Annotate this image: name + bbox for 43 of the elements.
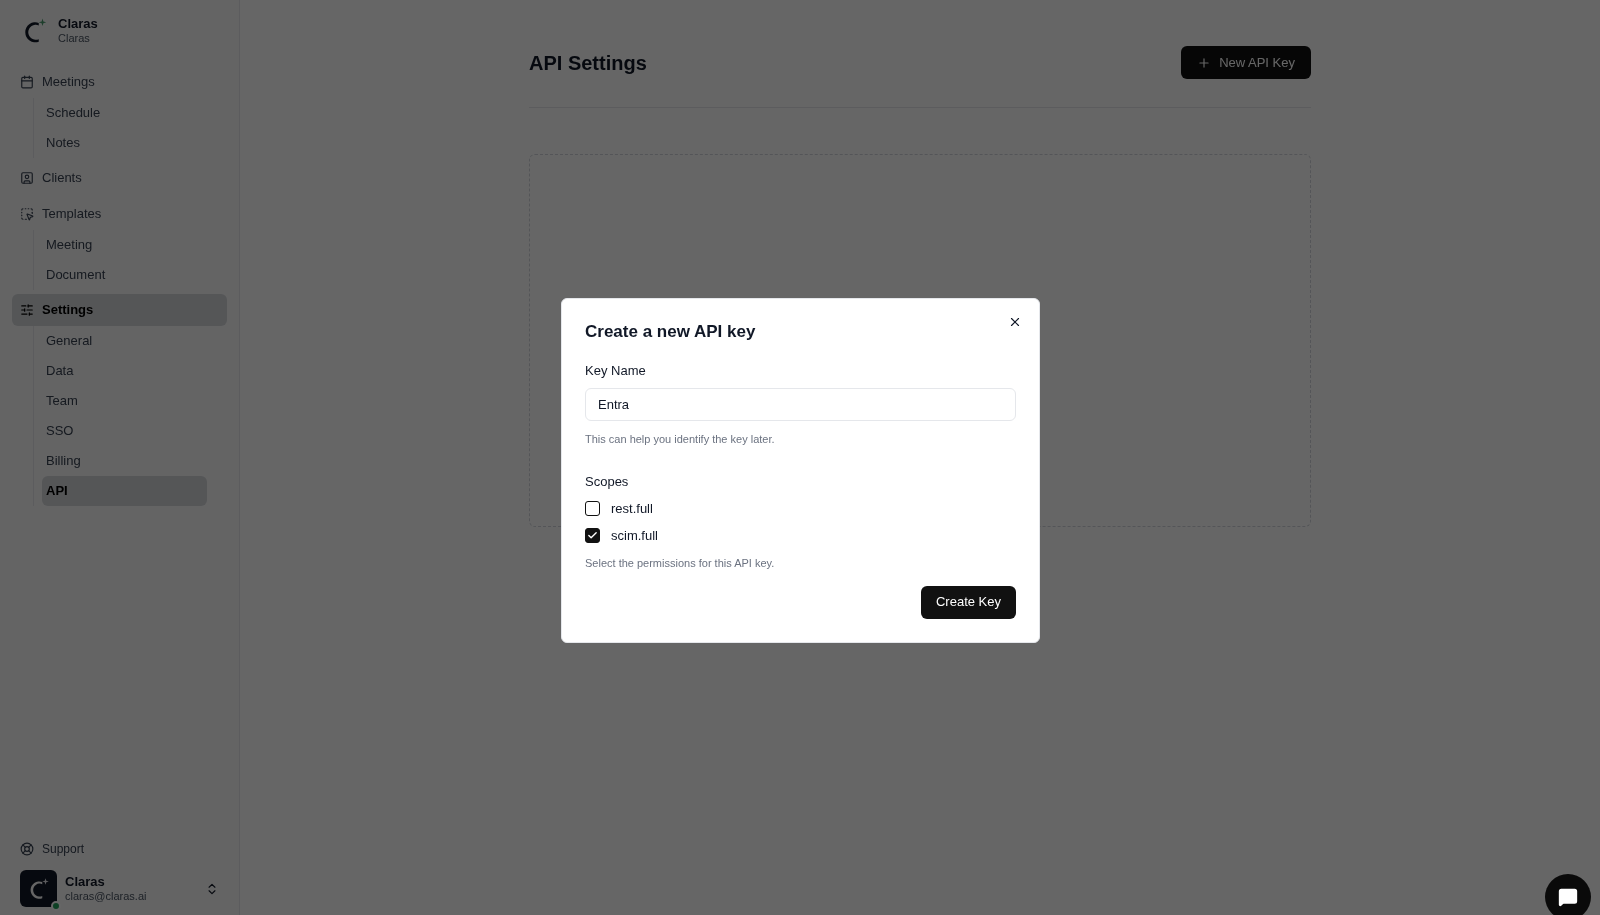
scope-label: rest.full: [611, 500, 653, 518]
nav-icon: [20, 303, 34, 317]
scopes-hint: Select the permissions for this API key.: [585, 556, 776, 571]
user-name: Claras: [65, 873, 106, 890]
user-email: claras@claras.ai: [65, 889, 148, 904]
nav-item[interactable]: Templates: [12, 198, 227, 230]
scope-checkbox[interactable]: [585, 527, 600, 543]
new-key-button[interactable]: New API Key: [1181, 46, 1311, 79]
page-title: API Settings: [529, 50, 647, 76]
workspace-subtitle: Claras: [58, 32, 91, 46]
support-link[interactable]: Support: [12, 840, 227, 858]
check-icon: [587, 529, 598, 541]
nav-subitem[interactable]: Billing: [42, 446, 207, 476]
nav-subitem[interactable]: SSO: [42, 416, 207, 446]
chat-icon: [1558, 887, 1578, 907]
scope-checkbox[interactable]: [585, 501, 600, 517]
nav-subitem[interactable]: Meeting: [42, 230, 207, 260]
nav-icon: [20, 207, 34, 221]
nav-subitem[interactable]: General: [42, 326, 207, 356]
nav-subitem[interactable]: Notes: [42, 128, 207, 158]
support-icon: [20, 842, 34, 856]
key-name-label: Key Name: [585, 361, 647, 380]
nav-icon: [20, 171, 34, 185]
nav-subitem[interactable]: Data: [42, 356, 207, 386]
close-button[interactable]: [1008, 315, 1022, 329]
nav-subitem[interactable]: Schedule: [42, 98, 207, 128]
nav-icon: [20, 75, 34, 89]
scopes-label: Scopes: [585, 472, 630, 491]
nav-subitem[interactable]: Team: [42, 386, 207, 416]
create-key-button[interactable]: Create Key: [920, 585, 1016, 619]
user-menu[interactable]: Claras claras@claras.ai: [12, 870, 227, 907]
dialog-title: Create a new API key: [585, 321, 757, 343]
nav-item[interactable]: Settings: [12, 294, 227, 326]
nav-item[interactable]: Meetings: [12, 66, 227, 98]
chat-button[interactable]: [1545, 874, 1591, 915]
nav-subitem[interactable]: API: [42, 476, 207, 506]
nav-subitem[interactable]: Document: [42, 260, 207, 290]
scope-label: scim.full: [611, 526, 658, 545]
key-name-hint: This can help you identify the key later.: [585, 432, 776, 447]
plus-icon: [1197, 55, 1212, 70]
nav-item[interactable]: Clients: [12, 162, 227, 194]
workspace-name: Claras: [58, 16, 98, 33]
key-name-field[interactable]: Entra: [585, 388, 1016, 421]
